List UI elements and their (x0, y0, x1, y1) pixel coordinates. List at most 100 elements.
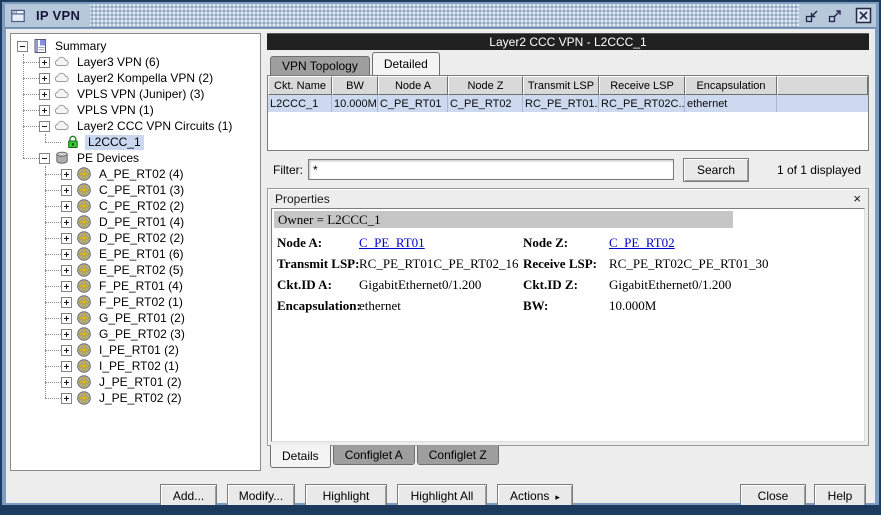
tree-item-e-pe-rt02-5[interactable]: E_PE_RT02 (5) (11, 262, 260, 278)
vpn-tree: SummaryLayer3 VPN (6)Layer2 Kompella VPN… (10, 33, 261, 471)
search-button[interactable]: Search (683, 158, 749, 182)
collapse-minus-icon[interactable] (17, 41, 28, 52)
detail-panel: Layer2 CCC VPN - L2CCC_1 VPN TopologyDet… (267, 33, 869, 471)
tree-item-label: E_PE_RT01 (6) (96, 247, 187, 262)
expand-plus-icon[interactable] (61, 249, 72, 260)
cloud-icon (54, 102, 70, 118)
tab-configlet-a[interactable]: Configlet A (333, 446, 415, 465)
tree-item-label: I_PE_RT01 (2) (96, 343, 182, 358)
tree-item-g-pe-rt02-3[interactable]: G_PE_RT02 (3) (11, 326, 260, 342)
expand-plus-icon[interactable] (61, 201, 72, 212)
expand-plus-icon[interactable] (61, 297, 72, 308)
expand-plus-icon[interactable] (61, 265, 72, 276)
tree-item-j-pe-rt01-2[interactable]: J_PE_RT01 (2) (11, 374, 260, 390)
tab-details[interactable]: Details (270, 445, 331, 468)
node-link[interactable]: C_PE_RT02 (609, 235, 675, 250)
tree-item-summary[interactable]: Summary (11, 38, 260, 54)
tree-connector-line (23, 78, 39, 79)
router-icon (76, 342, 92, 358)
table-row[interactable]: L2CCC_110.000MC_PE_RT01C_PE_RT02RC_PE_RT… (268, 95, 868, 112)
tree-item-c-pe-rt02-2[interactable]: C_PE_RT02 (2) (11, 198, 260, 214)
expand-plus-icon[interactable] (39, 89, 50, 100)
tree-item-l2ccc-1[interactable]: L2CCC_1 (11, 134, 260, 150)
expand-plus-icon[interactable] (61, 217, 72, 228)
tree-item-label: VPLS VPN (1) (74, 103, 157, 118)
tree-item-layer2-kompella-vpn-2[interactable]: Layer2 Kompella VPN (2) (11, 70, 260, 86)
restore-icon[interactable] (802, 6, 821, 25)
window-icon (10, 8, 26, 24)
expand-plus-icon[interactable] (61, 233, 72, 244)
tree-item-label: I_PE_RT02 (1) (96, 359, 182, 374)
tree-item-pe-devices[interactable]: PE Devices (11, 150, 260, 166)
tree-connector-line (23, 62, 39, 63)
filter-input[interactable] (308, 159, 674, 180)
expand-plus-icon[interactable] (61, 185, 72, 196)
tree-item-label: L2CCC_1 (85, 135, 144, 150)
expand-plus-icon[interactable] (61, 393, 72, 404)
tab-detailed[interactable]: Detailed (372, 52, 440, 75)
tree-connector-line (45, 270, 61, 271)
tree-item-vpls-vpn-1[interactable]: VPLS VPN (1) (11, 102, 260, 118)
column-header-node-z[interactable]: Node Z (448, 76, 523, 95)
tree-item-layer2-ccc-vpn-circuits-1[interactable]: Layer2 CCC VPN Circuits (1) (11, 118, 260, 134)
expand-plus-icon[interactable] (61, 377, 72, 388)
tree-item-e-pe-rt01-6[interactable]: E_PE_RT01 (6) (11, 246, 260, 262)
expand-plus-icon[interactable] (61, 313, 72, 324)
tree-connector-line (23, 110, 39, 111)
expand-plus-icon[interactable] (61, 345, 72, 356)
table-header: Ckt. NameBWNode ANode ZTransmit LSPRecei… (268, 76, 868, 95)
expand-plus-icon[interactable] (61, 329, 72, 340)
tree-item-f-pe-rt02-1[interactable]: F_PE_RT02 (1) (11, 294, 260, 310)
expand-plus-icon[interactable] (39, 57, 50, 68)
tree-item-c-pe-rt01-3[interactable]: C_PE_RT01 (3) (11, 182, 260, 198)
expand-plus-icon[interactable] (61, 169, 72, 180)
tree-connector-line (45, 398, 61, 399)
tree-item-a-pe-rt02-4[interactable]: A_PE_RT02 (4) (11, 166, 260, 182)
tab-configlet-z[interactable]: Configlet Z (417, 446, 499, 465)
tree-item-label: F_PE_RT02 (1) (96, 295, 186, 310)
column-header-encapsulation[interactable]: Encapsulation (685, 76, 777, 95)
properties-body: Owner = L2CCC_1 Node A:C_PE_RT01Node Z:C… (271, 208, 865, 442)
router-icon (76, 246, 92, 262)
tree-item-layer3-vpn-6[interactable]: Layer3 VPN (6) (11, 54, 260, 70)
property-value: RC_PE_RT02C_PE_RT01_30 (609, 256, 862, 272)
column-header-transmit-lsp[interactable]: Transmit LSP (523, 76, 599, 95)
column-header-node-a[interactable]: Node A (378, 76, 448, 95)
property-label: Node A: (277, 235, 359, 251)
property-value: C_PE_RT02 (609, 235, 862, 251)
expand-plus-icon[interactable] (61, 281, 72, 292)
expand-plus-icon[interactable] (61, 361, 72, 372)
cloud-icon (54, 118, 70, 134)
tree-item-d-pe-rt01-4[interactable]: D_PE_RT01 (4) (11, 214, 260, 230)
cell-receive-lsp: RC_PE_RT02C... (599, 95, 685, 112)
node-link[interactable]: C_PE_RT01 (359, 235, 425, 250)
tree-item-f-pe-rt01-4[interactable]: F_PE_RT01 (4) (11, 278, 260, 294)
close-properties-icon[interactable]: × (853, 192, 861, 205)
tree-item-i-pe-rt01-2[interactable]: I_PE_RT01 (2) (11, 342, 260, 358)
tree-item-label: E_PE_RT02 (5) (96, 263, 187, 278)
column-header-bw[interactable]: BW (332, 76, 378, 95)
column-header-receive-lsp[interactable]: Receive LSP (599, 76, 685, 95)
tree-item-j-pe-rt02-2[interactable]: J_PE_RT02 (2) (11, 390, 260, 406)
column-header-ckt-name[interactable]: Ckt. Name (268, 76, 332, 95)
expand-plus-icon[interactable] (39, 105, 50, 116)
tree-item-vpls-vpn-juniper-3[interactable]: VPLS VPN (Juniper) (3) (11, 86, 260, 102)
title-bar[interactable]: IP VPN (5, 4, 876, 28)
tree-item-d-pe-rt02-2[interactable]: D_PE_RT02 (2) (11, 230, 260, 246)
tab-vpn-topology[interactable]: VPN Topology (270, 56, 370, 75)
window-content: SummaryLayer3 VPN (6)Layer2 Kompella VPN… (6, 29, 875, 503)
collapse-minus-icon[interactable] (39, 121, 50, 132)
table-empty-area (268, 112, 868, 150)
tree-connector-line (45, 366, 61, 367)
tree-connector-line (45, 206, 61, 207)
tree-connector-line (45, 142, 61, 143)
tree-item-g-pe-rt01-2[interactable]: G_PE_RT01 (2) (11, 310, 260, 326)
owner-row[interactable]: Owner = L2CCC_1 (274, 211, 733, 228)
property-value: RC_PE_RT01C_PE_RT02_16 (359, 256, 523, 272)
collapse-minus-icon[interactable] (39, 153, 50, 164)
maximize-icon[interactable] (825, 6, 844, 25)
tree-item-i-pe-rt02-1[interactable]: I_PE_RT02 (1) (11, 358, 260, 374)
close-icon[interactable] (854, 6, 873, 25)
expand-plus-icon[interactable] (39, 73, 50, 84)
filter-bar: Filter: Search 1 of 1 displayed (267, 151, 869, 188)
